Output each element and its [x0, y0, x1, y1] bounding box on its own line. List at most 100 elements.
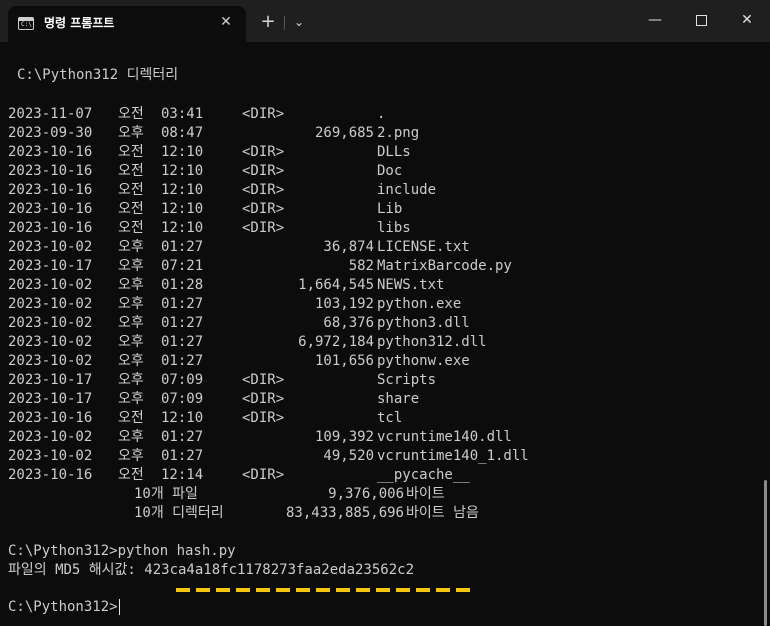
entry-date: 2023-10-16	[8, 182, 93, 198]
entry-time: 01:27	[161, 296, 204, 312]
entry-time: 01:27	[161, 353, 204, 369]
entry-time: 07:09	[161, 372, 204, 388]
summary-files: 10개 파일 9,376,006 바이트	[8, 485, 756, 504]
entry-time: 12:10	[161, 182, 204, 198]
entry-name: 2.png	[377, 125, 420, 141]
entry-dir-flag: <DIR>	[242, 182, 285, 198]
summary-files-unit: 바이트	[406, 486, 445, 502]
summary-files-size: 9,376,006	[328, 486, 404, 502]
directory-entry-row: 2023-10-02 오후 01:27 6,972,184 python312.dll	[8, 333, 756, 352]
entry-name: Lib	[377, 201, 403, 217]
entry-name: vcruntime140.dll	[377, 429, 512, 445]
prompt-text: C:\Python312>	[8, 599, 118, 615]
entry-name: vcruntime140_1.dll	[377, 448, 529, 464]
entry-date: 2023-10-02	[8, 353, 93, 369]
entry-time: 12:10	[161, 144, 204, 160]
minimize-button[interactable]: —	[632, 4, 678, 36]
entry-date: 2023-10-17	[8, 391, 93, 407]
entry-ampm: 오전	[118, 163, 144, 179]
entry-name: tcl	[377, 410, 403, 426]
entry-date: 2023-10-17	[8, 258, 93, 274]
entry-time: 07:09	[161, 391, 204, 407]
entry-date: 2023-10-02	[8, 429, 93, 445]
text-cursor	[118, 599, 120, 615]
entry-name: python312.dll	[377, 334, 487, 350]
command-line: C:\Python312>python hash.py	[8, 543, 236, 559]
entry-name: LICENSE.txt	[377, 239, 470, 255]
directory-entry-row: 2023-09-30 오후 08:47 269,685 2.png	[8, 124, 756, 143]
new-tab-plus-icon[interactable]: +	[258, 12, 278, 32]
entry-size: 1,664,545	[298, 277, 374, 293]
entry-dir-flag: <DIR>	[242, 410, 285, 426]
entry-date: 2023-10-16	[8, 163, 93, 179]
entry-time: 01:27	[161, 239, 204, 255]
close-window-button[interactable]: ✕	[724, 4, 770, 36]
title-bar: C:\ 명령 프롬프트 ✕ + ⌄ — ✕	[0, 0, 770, 42]
entry-ampm: 오후	[118, 258, 144, 274]
entry-size: 36,874	[323, 239, 374, 255]
prompt-line[interactable]: C:\Python312>	[8, 598, 120, 617]
entry-dir-flag: <DIR>	[242, 106, 285, 122]
entry-time: 01:27	[161, 315, 204, 331]
tab-close-icon[interactable]: ✕	[216, 12, 236, 32]
directory-entry-row: 2023-10-02 오후 01:27 68,376 python3.dll	[8, 314, 756, 333]
entry-ampm: 오후	[118, 315, 144, 331]
entry-date: 2023-10-16	[8, 201, 93, 217]
entry-ampm: 오후	[118, 125, 144, 141]
directory-entry-row: 2023-10-17 오후 07:09 <DIR> share	[8, 390, 756, 409]
terminal-icon: C:\	[18, 17, 34, 30]
entry-time: 12:10	[161, 220, 204, 236]
summary-files-count: 10개 파일	[134, 486, 198, 502]
hash-output-line: 파일의 MD5 해시값: 423ca4a18fc1178273faa2eda23…	[8, 562, 414, 578]
entry-time: 03:41	[161, 106, 204, 122]
entry-date: 2023-11-07	[8, 106, 93, 122]
entry-ampm: 오전	[118, 410, 144, 426]
entry-name: include	[377, 182, 437, 198]
entry-date: 2023-10-02	[8, 448, 93, 464]
directory-entry-row: 2023-10-16 오전 12:10 <DIR> tcl	[8, 409, 756, 428]
entry-date: 2023-10-16	[8, 467, 93, 483]
directory-entry-row: 2023-10-02 오후 01:27 49,520 vcruntime140_1.dl…	[8, 447, 756, 466]
entry-name: libs	[377, 220, 411, 236]
chevron-down-icon[interactable]: ⌄	[290, 12, 308, 32]
entry-dir-flag: <DIR>	[242, 144, 285, 160]
entry-date: 2023-10-02	[8, 296, 93, 312]
entry-ampm: 오후	[118, 391, 144, 407]
directory-entry-row: 2023-10-02 오후 01:28 1,664,545 NEWS.txt	[8, 276, 756, 295]
summary-dirs-size: 83,433,885,696	[285, 505, 404, 521]
entry-name: .	[377, 106, 386, 122]
entry-ampm: 오후	[118, 334, 144, 350]
entry-size: 109,392	[314, 429, 374, 445]
summary-dirs-unit: 바이트 남음	[406, 505, 479, 521]
entry-time: 12:14	[161, 467, 204, 483]
entry-date: 2023-10-02	[8, 315, 93, 331]
entry-time: 01:28	[161, 277, 204, 293]
entry-ampm: 오전	[118, 220, 144, 236]
entry-dir-flag: <DIR>	[242, 163, 285, 179]
entry-ampm: 오후	[118, 296, 144, 312]
entry-date: 2023-10-02	[8, 334, 93, 350]
entry-name: MatrixBarcode.py	[377, 258, 512, 274]
maximize-button[interactable]	[678, 4, 724, 36]
summary-dirs-count: 10개 디렉터리	[134, 505, 224, 521]
entry-name: share	[377, 391, 420, 407]
terminal-output[interactable]: C:\Python312 디렉터리 2023-11-07 오전 03:41 <DIR>…	[8, 48, 756, 626]
entry-date: 2023-10-16	[8, 144, 93, 160]
entry-date: 2023-10-17	[8, 372, 93, 388]
entry-size: 582	[348, 258, 374, 274]
directory-entry-row: 2023-10-02 오후 01:27 101,656 pythonw.exe	[8, 352, 756, 371]
scrollbar[interactable]	[764, 480, 767, 626]
entry-name: NEWS.txt	[377, 277, 445, 293]
tab-command-prompt[interactable]: C:\ 명령 프롬프트 ✕	[8, 6, 246, 42]
entry-ampm: 오후	[118, 277, 144, 293]
entry-date: 2023-09-30	[8, 125, 93, 141]
directory-entry-row: 2023-10-16 오전 12:10 <DIR> include	[8, 181, 756, 200]
entry-ampm: 오후	[118, 429, 144, 445]
entry-dir-flag: <DIR>	[242, 391, 285, 407]
entry-name: python3.dll	[377, 315, 470, 331]
summary-dirs: 10개 디렉터리 83,433,885,696 바이트 남음	[8, 504, 756, 523]
entry-time: 01:27	[161, 334, 204, 350]
directory-entry-row: 2023-10-16 오전 12:10 <DIR> Lib	[8, 200, 756, 219]
hash-highlight-underline	[176, 588, 472, 592]
directory-entry-row: 2023-10-17 오후 07:09 <DIR> Scripts	[8, 371, 756, 390]
